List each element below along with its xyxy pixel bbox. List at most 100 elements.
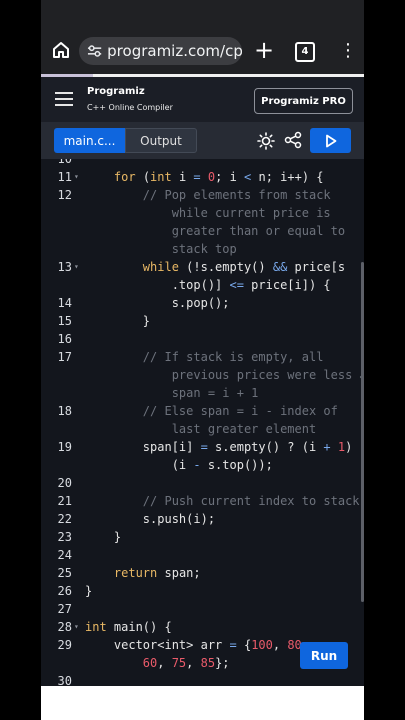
site-header: Programiz C++ Online Compiler Programiz … xyxy=(41,77,364,122)
code-line[interactable]: 18 // Else span = i - index of xyxy=(41,402,364,420)
line-number: 20 xyxy=(57,476,72,490)
code-text: vector<int> arr = {100, 80, xyxy=(85,638,309,652)
line-number: 24 xyxy=(57,548,72,562)
code-text: span[i] = s.empty() ? (i + 1) : xyxy=(85,440,364,454)
tune-icon[interactable] xyxy=(87,44,102,58)
tab-main-cpp[interactable]: main.c... xyxy=(54,128,125,153)
code-line[interactable]: 24 xyxy=(41,546,364,564)
code-line[interactable]: 14 s.pop(); xyxy=(41,294,364,312)
line-number: 26 xyxy=(57,584,72,598)
editor-scrollbar[interactable] xyxy=(361,262,364,602)
code-text: stack top xyxy=(85,242,237,256)
plus-icon[interactable]: + xyxy=(254,38,274,62)
compiler-subtitle: C++ Online Compiler xyxy=(87,103,173,112)
code-text: // Else span = i - index of xyxy=(85,404,338,418)
line-number: 19 xyxy=(57,440,72,454)
code-line[interactable]: 19 span[i] = s.empty() ? (i + 1) : xyxy=(41,438,364,456)
code-line[interactable]: greater than or equal to xyxy=(41,222,364,240)
run-button[interactable]: Run xyxy=(300,642,348,669)
code-text: previous prices were less ↵ xyxy=(85,368,364,382)
line-number: 27 xyxy=(57,602,72,616)
code-line[interactable]: while current price is xyxy=(41,204,364,222)
code-text: // If stack is empty, all xyxy=(85,350,324,364)
code-line[interactable]: span = i + 1 xyxy=(41,384,364,402)
home-icon[interactable] xyxy=(51,40,71,60)
browser-chrome: programiz.com/cpp-p + 4 ⋮ xyxy=(41,0,364,77)
fold-arrow-icon[interactable]: ▾ xyxy=(74,618,79,636)
run-play-button[interactable] xyxy=(310,128,351,153)
bottom-area xyxy=(41,686,364,720)
code-text: last greater element xyxy=(85,422,317,436)
editor-toolbar: main.c... Output xyxy=(41,122,364,159)
tabs-icon[interactable]: 4 xyxy=(295,42,315,62)
line-number: 13 xyxy=(57,260,72,274)
line-number: 11 xyxy=(57,170,72,184)
code-text: } xyxy=(85,584,93,598)
programiz-logo[interactable]: Programiz xyxy=(87,86,145,97)
code-editor[interactable]: 10 11 ▾ for (int i = 0; i < n; i++) {12 //… xyxy=(41,159,364,686)
code-line[interactable]: 10 xyxy=(41,159,364,168)
code-line[interactable]: previous prices were less ↵ xyxy=(41,366,364,384)
code-line[interactable]: 16 xyxy=(41,330,364,348)
code-line[interactable]: 22 s.push(i); xyxy=(41,510,364,528)
code-line[interactable]: 15 } xyxy=(41,312,364,330)
code-line[interactable]: 21 // Push current index to stack xyxy=(41,492,364,510)
code-line[interactable]: 11 ▾ for (int i = 0; i < n; i++) { xyxy=(41,168,364,186)
code-text: // Push current index to stack xyxy=(85,494,360,508)
line-number: 15 xyxy=(57,314,72,328)
line-number: 22 xyxy=(57,512,72,526)
code-text: // Pop elements from stack xyxy=(85,188,331,202)
line-number: 12 xyxy=(57,188,72,202)
code-line[interactable]: 28 ▾ int main() { xyxy=(41,618,364,636)
code-line[interactable]: (i - s.top()); xyxy=(41,456,364,474)
code-line[interactable]: 27 xyxy=(41,600,364,618)
line-number: 10 xyxy=(57,159,72,166)
code-text: greater than or equal to xyxy=(85,224,346,238)
hamburger-menu-icon[interactable] xyxy=(55,92,73,106)
code-line[interactable]: 12 // Pop elements from stack xyxy=(41,186,364,204)
line-number: 18 xyxy=(57,404,72,418)
code-line[interactable]: stack top xyxy=(41,240,364,258)
code-line[interactable]: 23 } xyxy=(41,528,364,546)
code-line[interactable]: 13 ▾ while (!s.empty() && price[s xyxy=(41,258,364,276)
code-text: s.push(i); xyxy=(85,512,216,526)
code-text: 60, 75, 85}; xyxy=(142,656,230,670)
line-number: 16 xyxy=(57,332,72,346)
code-text: while current price is xyxy=(85,206,331,220)
code-text: } xyxy=(85,530,122,544)
code-text: s.pop(); xyxy=(85,296,230,310)
line-number: 29 xyxy=(57,638,72,652)
fold-arrow-icon[interactable]: ▾ xyxy=(74,258,79,276)
code-line[interactable]: last greater element xyxy=(41,420,364,438)
url-text: programiz.com/cpp-p xyxy=(107,42,242,60)
line-number: 23 xyxy=(57,530,72,544)
code-line[interactable]: .top()] <= price[i]) { xyxy=(41,276,364,294)
line-number: 28 xyxy=(57,620,72,634)
tab-output[interactable]: Output xyxy=(125,128,197,153)
code-text: span = i + 1 xyxy=(85,386,259,400)
code-line[interactable]: 30 xyxy=(41,672,364,686)
line-number: 14 xyxy=(57,296,72,310)
code-text: } xyxy=(85,314,151,328)
line-number: 17 xyxy=(57,350,72,364)
line-number: 30 xyxy=(57,674,72,686)
code-line[interactable]: 20 xyxy=(41,474,364,492)
kebab-icon[interactable]: ⋮ xyxy=(339,40,357,61)
programiz-pro-button[interactable]: Programiz PRO xyxy=(254,88,353,114)
address-bar[interactable]: programiz.com/cpp-p xyxy=(79,37,242,65)
code-text: return span; xyxy=(113,566,201,580)
share-icon[interactable] xyxy=(284,131,302,149)
code-line[interactable]: 17 // If stack is empty, all xyxy=(41,348,364,366)
code-line[interactable]: 26} xyxy=(41,582,364,600)
code-text: (i - s.top()); xyxy=(85,458,273,472)
code-text: for (int i = 0; i < n; i++) { xyxy=(113,170,324,184)
line-number: 25 xyxy=(57,566,72,580)
code-text: .top()] <= price[i]) { xyxy=(85,278,331,292)
code-line[interactable]: 25 return span; xyxy=(41,564,364,582)
code-text: while (!s.empty() && price[s xyxy=(142,260,346,274)
play-icon xyxy=(325,134,336,147)
theme-toggle-icon[interactable] xyxy=(257,132,275,150)
phone-screen: programiz.com/cpp-p + 4 ⋮ Programiz C++ … xyxy=(41,0,364,720)
fold-arrow-icon[interactable]: ▾ xyxy=(74,168,79,186)
code-text: int main() { xyxy=(85,620,172,634)
